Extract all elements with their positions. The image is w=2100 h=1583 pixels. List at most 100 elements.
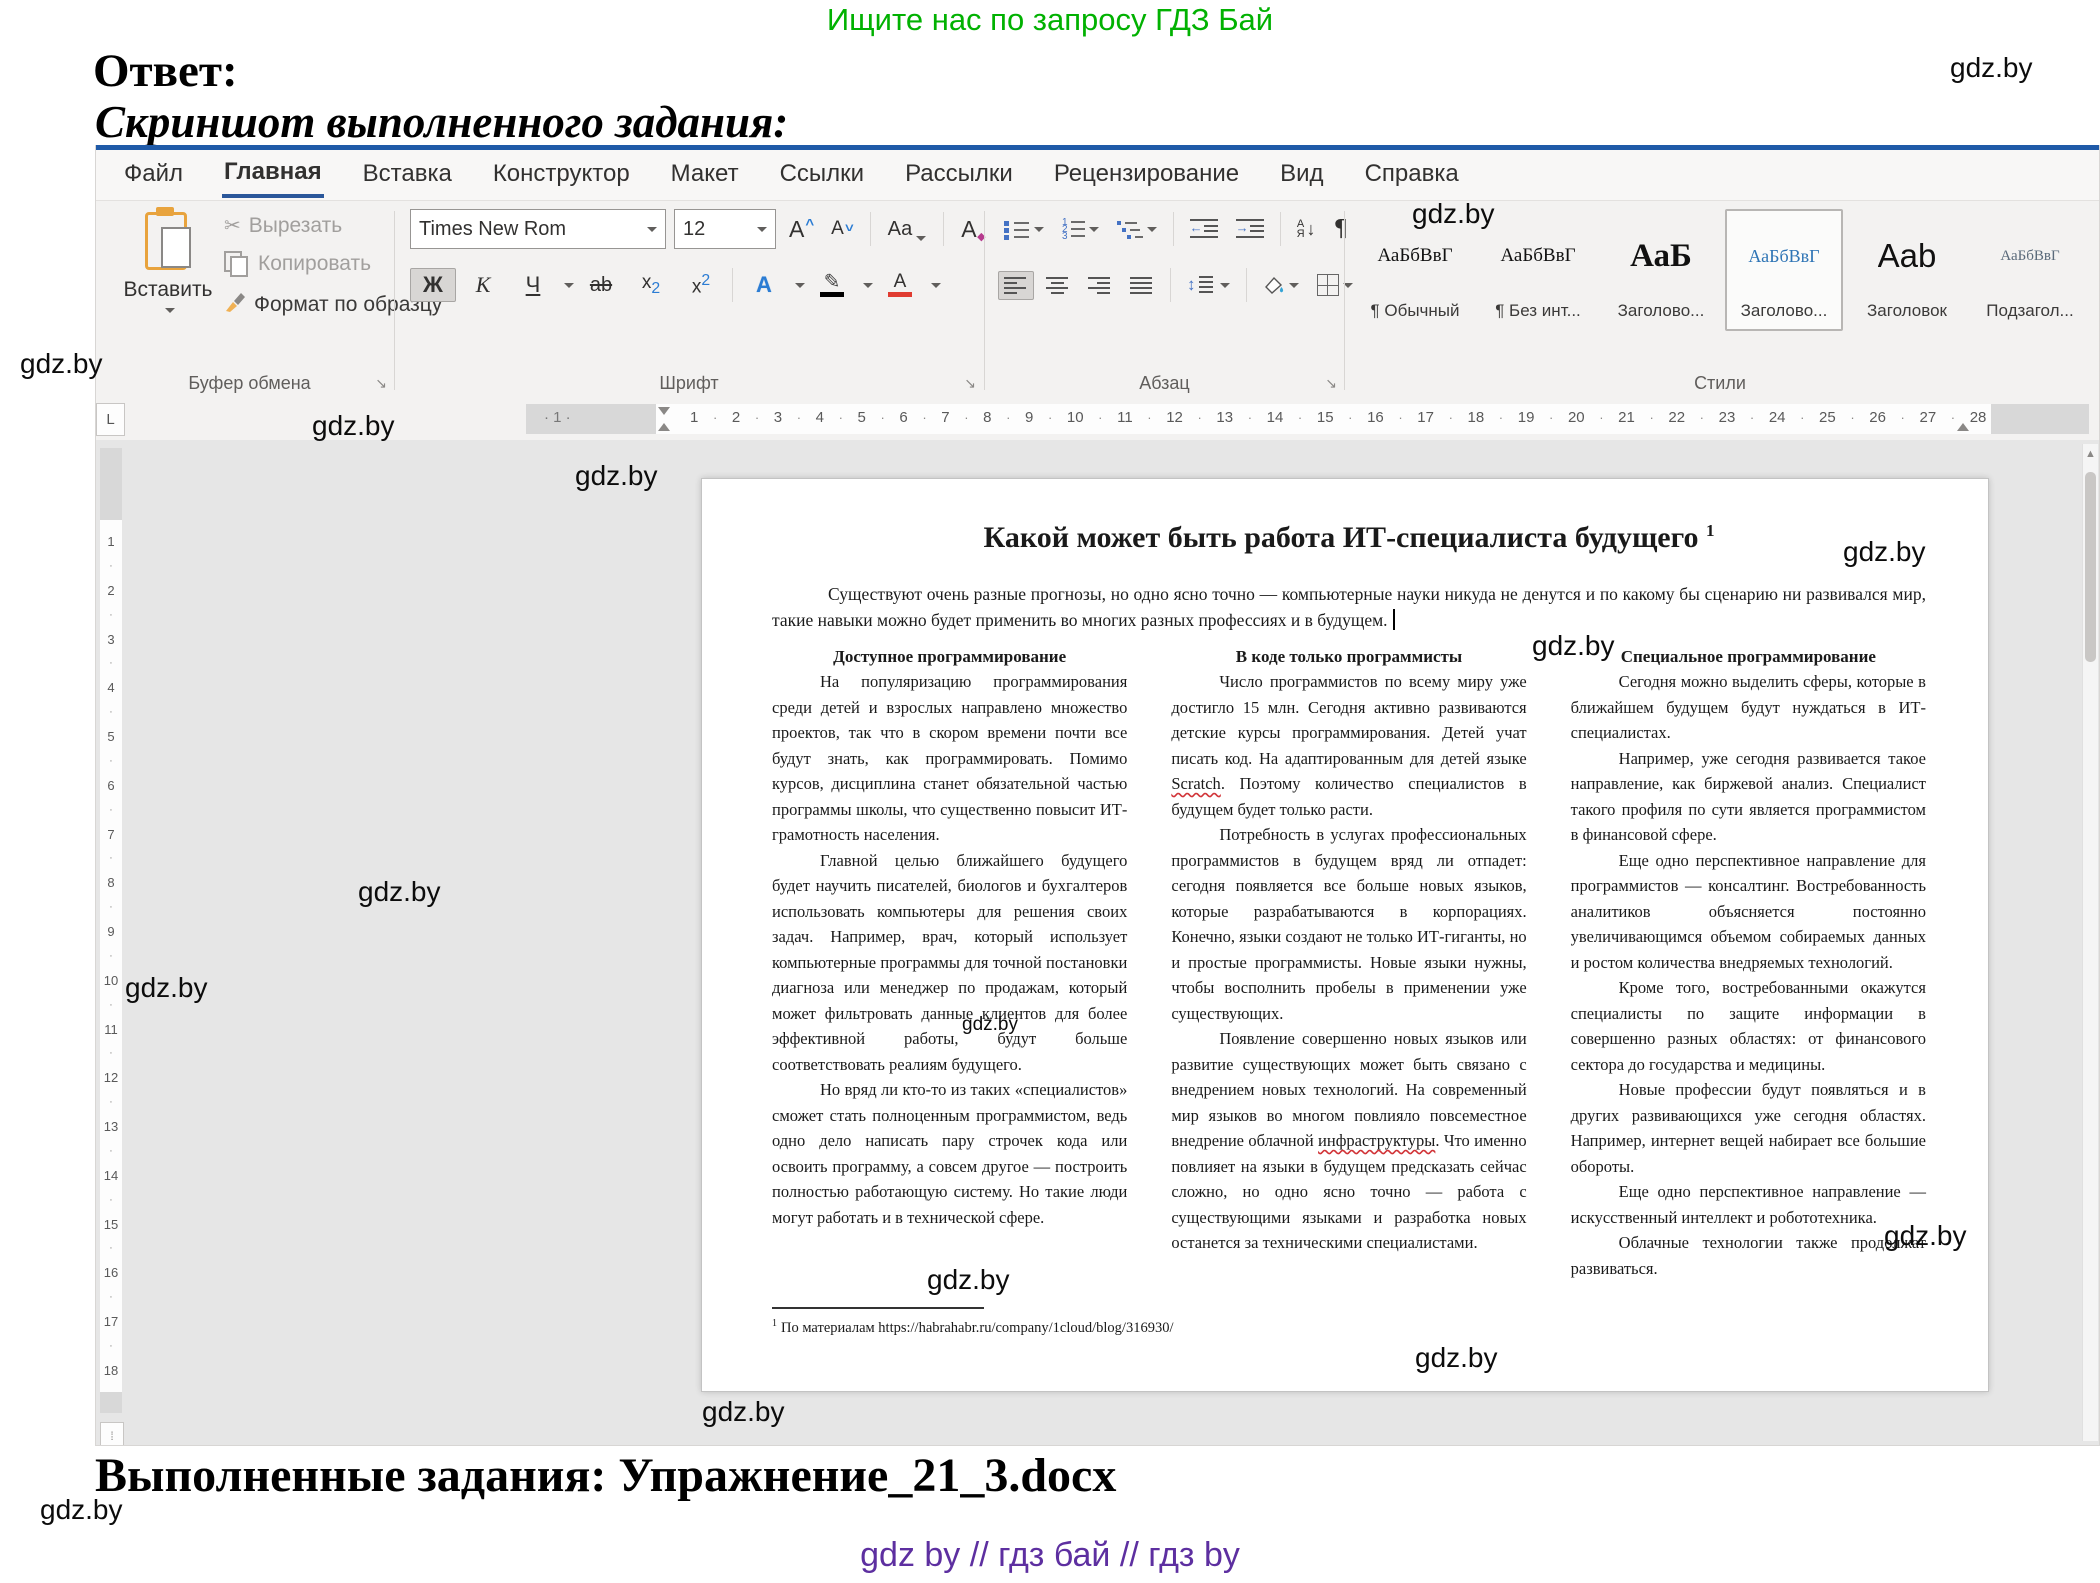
style-label: ¶ Обычный (1371, 301, 1460, 321)
font-dialog-launcher-icon[interactable]: ↘ (964, 375, 976, 392)
column-paragraph: Еще одно перспективное направление для п… (1571, 848, 1926, 976)
font-size-select[interactable]: 12 (674, 209, 776, 249)
ribbon-tab-рассылки[interactable]: Рассылки (903, 154, 1015, 196)
style-card-1[interactable]: АаБбВвГ¶ Без инт... (1479, 209, 1597, 331)
column-paragraph: Например, уже сегодня развивается такое … (1571, 746, 1926, 848)
align-left-icon (1004, 276, 1028, 295)
font-group: Times New Rom 12 А^ А^ Аа А◆ Ж К Ч (396, 201, 982, 398)
decrease-indent-button[interactable]: ← (1184, 214, 1224, 244)
font-family-select[interactable]: Times New Rom (410, 209, 666, 249)
ribbon-tab-главная[interactable]: Главная (222, 152, 324, 198)
ruler-corner-box: ⁞ (100, 1422, 124, 1445)
ribbon-tab-справка[interactable]: Справка (1363, 154, 1461, 196)
shrink-font-button[interactable]: А^ (826, 216, 857, 242)
align-left-button[interactable] (998, 271, 1034, 300)
paste-dropdown-icon[interactable] (165, 308, 175, 313)
paste-button[interactable]: Вставить (120, 209, 216, 320)
line-spacing-button[interactable]: ↕ (1181, 270, 1236, 300)
horizontal-ruler[interactable]: L · 1 · 1·2·3·4·5·6·7·8·9·10·11·12·13·14… (96, 398, 2099, 440)
footnote-separator (772, 1307, 984, 1309)
strikethrough-button[interactable]: ab (578, 270, 624, 301)
align-right-button[interactable] (1082, 271, 1118, 300)
text-effects-button[interactable]: А (741, 268, 787, 302)
clipboard-group: Вставить ✂ Вырезать Копировать Формат по… (106, 201, 393, 398)
gdz-watermark: gdz.by (1950, 52, 2033, 84)
copy-button[interactable]: Копировать (224, 251, 371, 277)
ribbon-tab-рецензирование[interactable]: Рецензирование (1052, 154, 1241, 196)
style-card-3[interactable]: АаБбВвГЗаголово... (1725, 209, 1843, 331)
ribbon-tab-вставка[interactable]: Вставка (361, 154, 454, 196)
grow-font-button[interactable]: А^ (784, 214, 818, 245)
highlight-dropdown-icon[interactable] (863, 283, 873, 288)
page: Ищите нас по запросу ГДЗ Бай Ответ: Скри… (0, 0, 2100, 1583)
justify-icon (1130, 276, 1154, 295)
tab-selector[interactable]: L (96, 403, 125, 436)
underline-dropdown-icon[interactable] (564, 283, 574, 288)
font-color-button[interactable]: А (877, 269, 923, 301)
style-label: ¶ Без инт... (1495, 301, 1581, 321)
font-color-dropdown-icon[interactable] (931, 283, 941, 288)
gdz-watermark: gdz.by (1412, 198, 1495, 230)
answer-label: Ответ: (93, 44, 238, 98)
text-effects-dropdown-icon[interactable] (795, 283, 805, 288)
ribbon-tab-конструктор[interactable]: Конструктор (491, 154, 632, 196)
clear-formatting-button[interactable]: А◆ (956, 214, 981, 245)
format-painter-icon (224, 291, 246, 318)
vertical-scrollbar[interactable]: ▲ (2082, 444, 2098, 1441)
numbering-button[interactable]: 123 (1056, 214, 1105, 245)
style-card-5[interactable]: АаБбВвГПодзагол... (1971, 209, 2089, 331)
document-area: 1·2·3·4·5·6·7·8·9·10·11·12·13·14·15·16·1… (96, 440, 2099, 1445)
column-paragraph: Новые профессии будут появляться и в дру… (1571, 1077, 1926, 1179)
paragraph-dialog-launcher-icon[interactable]: ↘ (1325, 375, 1337, 392)
bold-button[interactable]: Ж (410, 268, 456, 302)
increase-indent-button[interactable]: → (1230, 214, 1270, 244)
gdz-watermark: gdz.by (125, 972, 208, 1004)
change-case-button[interactable]: Аа (883, 216, 932, 243)
bullets-button[interactable] (998, 214, 1050, 245)
document-page[interactable]: Какой может быть работа ИТ-специалиста б… (701, 478, 1989, 1392)
underline-button[interactable]: Ч (510, 268, 556, 302)
top-banner: Ищите нас по запросу ГДЗ Бай (0, 2, 2100, 38)
sort-button[interactable]: АЯ↓ (1291, 214, 1322, 245)
copy-icon (230, 256, 248, 277)
shading-button[interactable] (1257, 269, 1305, 301)
scrollbar-thumb[interactable] (2085, 472, 2096, 662)
style-label: Заголовок (1867, 301, 1947, 321)
scroll-up-icon[interactable]: ▲ (2083, 448, 2098, 460)
right-indent-marker[interactable] (1957, 423, 1969, 431)
subscript-button[interactable]: x2 (628, 268, 674, 302)
font-group-label: Шрифт (396, 373, 982, 394)
increase-indent-icon: → (1236, 219, 1264, 239)
justify-button[interactable] (1124, 271, 1160, 300)
clipboard-dialog-launcher-icon[interactable]: ↘ (375, 375, 387, 392)
italic-button[interactable]: К (460, 268, 506, 302)
ribbon-tab-файл[interactable]: Файл (122, 154, 185, 196)
superscript-button[interactable]: x2 (678, 268, 724, 302)
multilevel-list-button[interactable] (1111, 214, 1163, 245)
first-line-indent-marker[interactable] (658, 407, 670, 415)
doc-column-1: Доступное программированиеНа популяризац… (772, 647, 1127, 1281)
column-paragraph: На популяризацию программирования среди … (772, 669, 1127, 848)
column-paragraph: Облачные технологии также продолжат разв… (1571, 1230, 1926, 1281)
cut-button[interactable]: ✂ Вырезать (224, 213, 342, 238)
style-card-2[interactable]: АаБЗаголово... (1602, 209, 1720, 331)
highlight-button[interactable]: ✎ (809, 269, 855, 301)
ribbon-tab-макет[interactable]: Макет (669, 154, 741, 196)
vertical-ruler[interactable]: 1·2·3·4·5·6·7·8·9·10·11·12·13·14·15·16·1… (100, 448, 122, 1413)
gdz-watermark: gdz.by (1884, 1220, 1967, 1252)
text-cursor (1393, 609, 1395, 630)
ribbon-tab-вид[interactable]: Вид (1278, 154, 1325, 196)
chevron-down-icon (916, 236, 926, 241)
ribbon-tab-ссылки[interactable]: Ссылки (778, 154, 867, 196)
font-color-bar (888, 292, 912, 297)
hanging-indent-marker[interactable] (658, 423, 670, 431)
decrease-indent-icon: ← (1190, 219, 1218, 239)
style-card-4[interactable]: АabЗаголовок (1848, 209, 1966, 331)
gdz-watermark: gdz.by (962, 1014, 1018, 1036)
highlighter-icon: ✎ (815, 273, 849, 291)
gdz-watermark: gdz.by (20, 348, 103, 380)
column-paragraph: Появление совершенно новых языков или ра… (1171, 1026, 1526, 1256)
align-center-button[interactable] (1040, 271, 1076, 300)
gdz-watermark: gdz.by (1843, 536, 1926, 568)
column-paragraph: Число программистов по всему миру уже до… (1171, 669, 1526, 822)
